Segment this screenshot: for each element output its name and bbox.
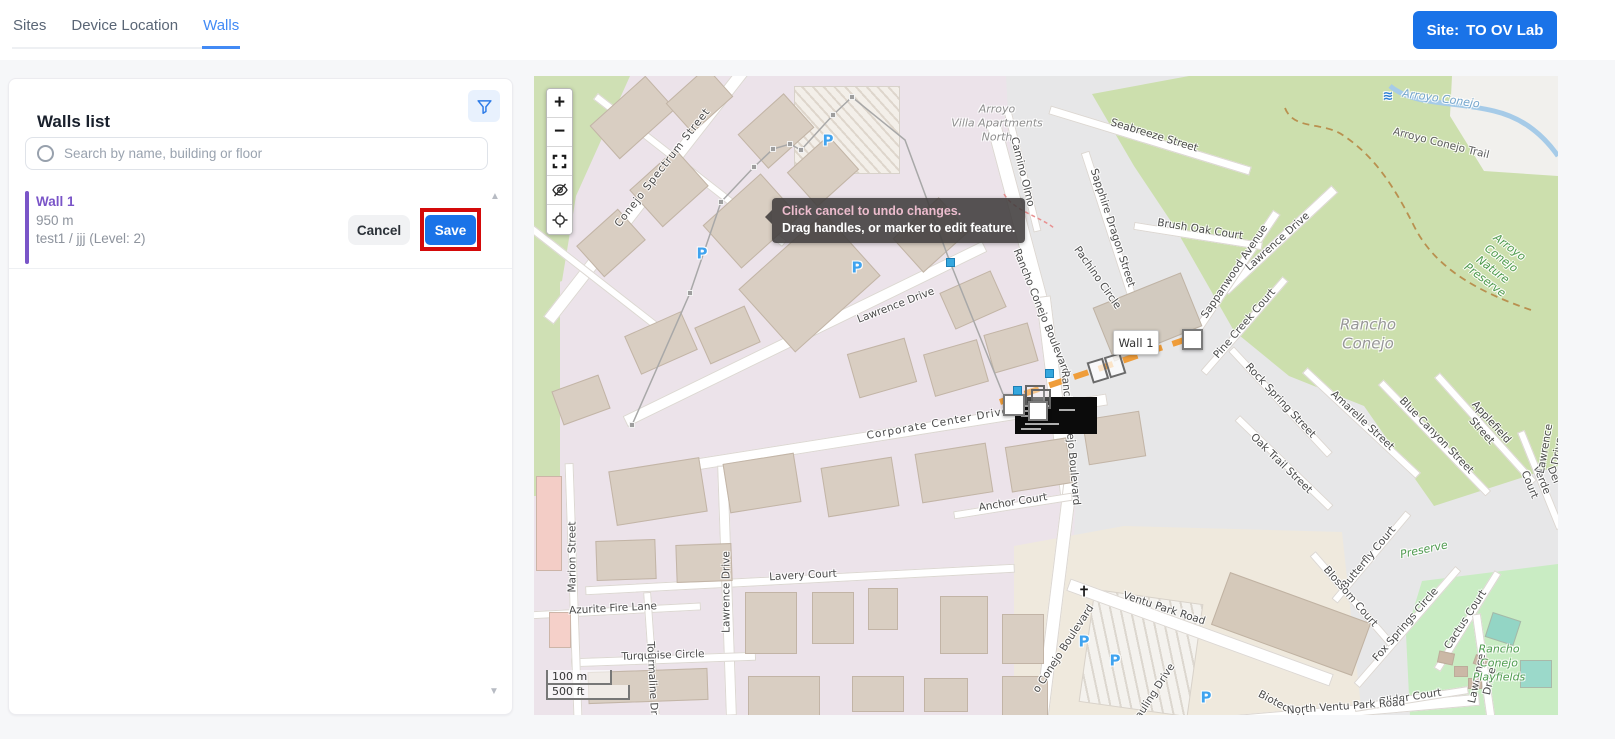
hide-layers-button[interactable] [547,176,572,205]
parking-icon: P [1110,652,1121,671]
tab-bar: Sites Device Location Walls [12,17,240,49]
tab-device-location[interactable]: Device Location [70,17,179,47]
wall-length: 950 m [36,213,74,228]
wall-name: Wall 1 [36,194,75,209]
cancel-button[interactable]: Cancel [348,215,410,245]
wall-list-item[interactable]: Wall 1 950 m test1 / jjj (Level: 2) Canc… [9,187,512,269]
wall-drag-handle[interactable] [1028,401,1048,421]
map-label: Rancho Conejo [1340,315,1396,353]
fullscreen-icon [552,154,567,169]
map-label: ≋ [1383,89,1394,105]
parking-icon: P [823,132,834,151]
tooltip-line-2: Drag handles, or marker to edit feature. [782,220,1015,237]
search-input[interactable] [62,145,487,162]
site-selector-button[interactable]: Site: TO OV Lab [1413,11,1557,49]
map-label: Rancho Conejo Playfields [1473,642,1526,683]
parking-icon: P [697,245,708,264]
wall-vertex-marker[interactable] [798,147,804,153]
wall-map-label[interactable]: Wall 1 [1113,330,1159,355]
parking-icon: P [1079,633,1090,652]
zoom-in-button[interactable]: + [547,89,572,118]
filter-button[interactable] [468,90,500,122]
parking-icon: P [1201,689,1212,708]
walls-list-panel: Walls list ▲ Wall 1 950 m test1 / jjj (L… [8,78,513,715]
wall-vertex-marker[interactable] [629,422,635,428]
wall-vertex-marker[interactable] [770,146,776,152]
wall-vertex-marker[interactable] [849,94,855,100]
site-label: Site: [1427,22,1460,39]
wall-vertex-marker[interactable] [687,290,693,296]
tab-sites[interactable]: Sites [12,17,47,47]
map-canvas[interactable]: Conejo Spectrum StreetLawrence DriveRanc… [534,76,1558,715]
scroll-down-arrow[interactable]: ▼ [489,686,499,697]
panel-title: Walls list [37,112,110,132]
edit-tooltip: Click cancel to undo changes. Drag handl… [772,198,1025,243]
parking-icon: P [852,259,863,278]
site-name: TO OV Lab [1466,22,1543,39]
save-button[interactable]: Save [425,215,476,245]
map-scale-control: 100 m 500 ft [546,670,630,700]
scale-imperial: 500 ft [546,685,630,700]
tooltip-line-1: Click cancel to undo changes. [782,203,1015,220]
eye-off-icon [552,182,568,198]
wall-vertex-marker[interactable] [787,141,793,147]
map-controls: + − [546,88,573,235]
wall-vertex-marker[interactable] [718,199,724,205]
wall-location: test1 / jjj (Level: 2) [36,231,146,246]
wall-midpoint-handle[interactable] [1045,369,1054,378]
filter-icon [476,98,493,115]
fullscreen-button[interactable] [547,147,572,176]
content-area: Walls list ▲ Wall 1 950 m test1 / jjj (L… [0,60,1615,739]
map-label: Arroyo Villa Apartments North [951,102,1043,143]
search-box [25,137,488,170]
scale-metric: 100 m [546,670,612,685]
tab-walls[interactable]: Walls [202,17,240,49]
map-label: Marion Street [566,521,579,592]
wall-vertex-marker[interactable] [830,112,836,118]
search-icon [37,145,54,162]
wall-accent-bar [25,191,29,264]
zoom-out-button[interactable]: − [547,118,572,147]
crosshair-icon [552,212,568,228]
wall-midpoint-handle[interactable] [1013,386,1022,395]
wall-midpoint-handle[interactable] [946,258,955,267]
map-label: Lawrence Drive [720,551,733,633]
wall-drag-handle[interactable] [1003,394,1025,416]
locate-button[interactable] [547,205,572,234]
map-label: ✝ [1078,583,1091,602]
wall-drag-handle[interactable] [1182,329,1203,350]
wall-vertex-marker[interactable] [751,164,757,170]
top-header: Sites Device Location Walls Site: TO OV … [0,0,1615,60]
